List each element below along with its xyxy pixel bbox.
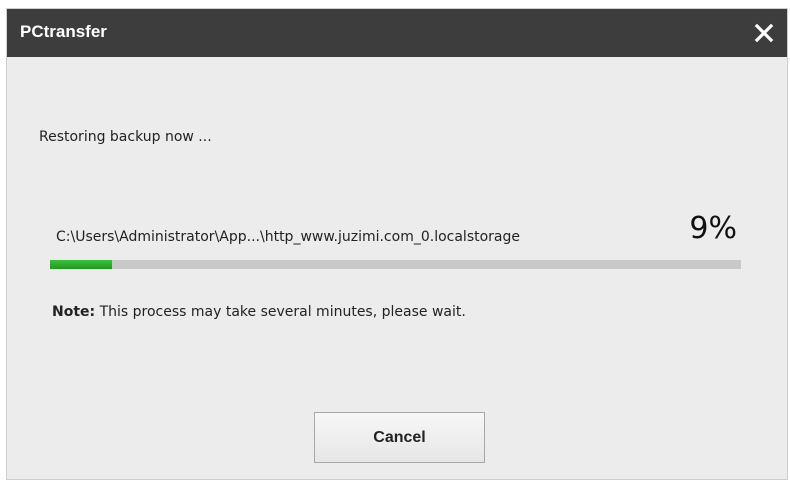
note-text: This process may take several minutes, p… (95, 304, 466, 320)
progress-bar-fill (50, 260, 113, 269)
note-label: Note: (52, 304, 96, 320)
progress-bar (50, 260, 741, 269)
title-bar[interactable]: PCtransfer (7, 9, 787, 57)
current-file-path: C:\Users\Administrator\App...\http_www.j… (56, 229, 520, 245)
progress-percent: 9% (689, 211, 737, 246)
close-button[interactable] (749, 18, 779, 48)
close-icon (754, 23, 774, 43)
dialog-window: PCtransfer Restoring backup now ... C:\U… (6, 8, 788, 480)
cancel-button[interactable]: Cancel (314, 412, 485, 463)
status-message: Restoring backup now ... (39, 129, 212, 145)
note-message: Note: This process may take several minu… (52, 304, 466, 320)
window-title: PCtransfer (20, 22, 107, 41)
